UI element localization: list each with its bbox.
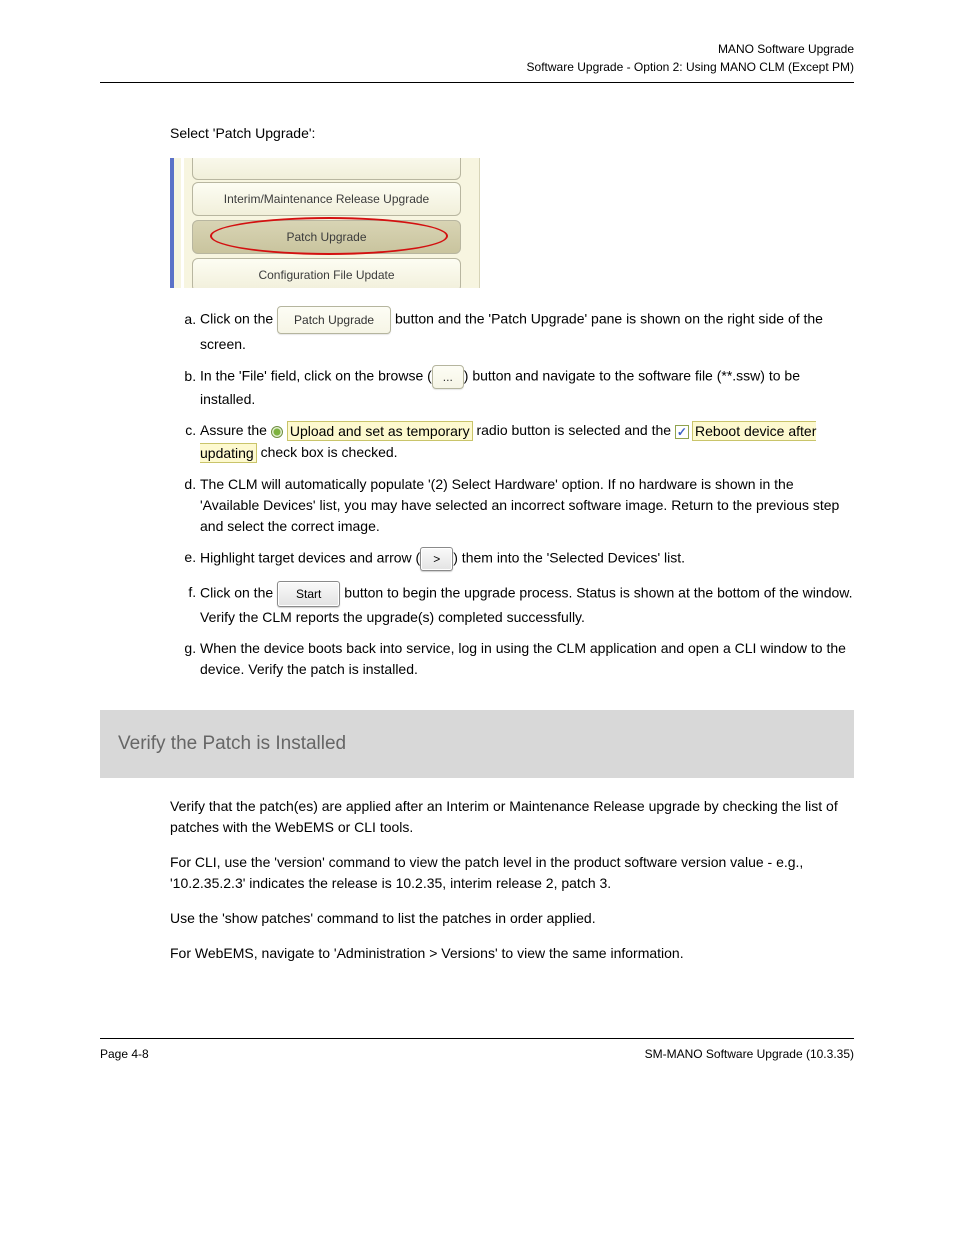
footer-doc: SM-MANO Software Upgrade (10.3.35)	[645, 1045, 854, 1063]
inline-start-button[interactable]: Start	[277, 581, 340, 607]
step-b: In the 'File' field, click on the browse…	[200, 365, 854, 410]
header-right-1: MANO Software Upgrade	[527, 40, 854, 58]
section-title: Verify the Patch is Installed	[100, 710, 854, 779]
header-rule	[100, 82, 854, 83]
step-e: Highlight target devices and arrow (>) t…	[200, 547, 854, 571]
row-btn-interim[interactable]: Interim/Maintenance Release Upgrade	[192, 182, 461, 216]
row-btn-config[interactable]: Configuration File Update	[192, 258, 461, 288]
section-p4: For WebEMS, navigate to 'Administration …	[170, 943, 854, 964]
step-a: Click on the Patch Upgrade button and th…	[200, 306, 854, 355]
row-btn-cutoff	[192, 158, 461, 180]
page-header: MANO Software Upgrade Software Upgrade -…	[100, 40, 854, 76]
pre-screenshot-text: Select 'Patch Upgrade':	[170, 123, 854, 144]
section-p3: Use the 'show patches' command to list t…	[170, 908, 854, 929]
header-right-2: Software Upgrade - Option 2: Using MANO …	[527, 58, 854, 76]
footer-rule	[100, 1038, 854, 1039]
section-p2: For CLI, use the 'version' command to vi…	[170, 852, 854, 894]
step-f: Click on the Start button to begin the u…	[200, 581, 854, 628]
step-c: Assure the Upload and set as temporary r…	[200, 420, 854, 464]
step-g: When the device boots back into service,…	[200, 638, 854, 680]
screenshot-panel: Interim/Maintenance Release Upgrade Patc…	[170, 158, 480, 288]
footer-page: Page 4-8	[100, 1045, 149, 1063]
step-d: The CLM will automatically populate '(2)…	[200, 474, 854, 537]
inline-browse-button[interactable]: ...	[432, 365, 464, 389]
inline-patch-upgrade-button[interactable]: Patch Upgrade	[277, 306, 391, 334]
section-p1: Verify that the patch(es) are applied af…	[170, 796, 854, 838]
checkbox-reboot-icon[interactable]: ✓	[675, 425, 689, 439]
page-footer: Page 4-8 SM-MANO Software Upgrade (10.3.…	[100, 1045, 854, 1063]
radio-upload-label: Upload and set as temporary	[287, 421, 473, 441]
inline-arrow-button[interactable]: >	[420, 547, 453, 571]
row-btn-patch[interactable]: Patch Upgrade	[192, 220, 461, 254]
radio-upload-icon[interactable]	[271, 426, 283, 438]
